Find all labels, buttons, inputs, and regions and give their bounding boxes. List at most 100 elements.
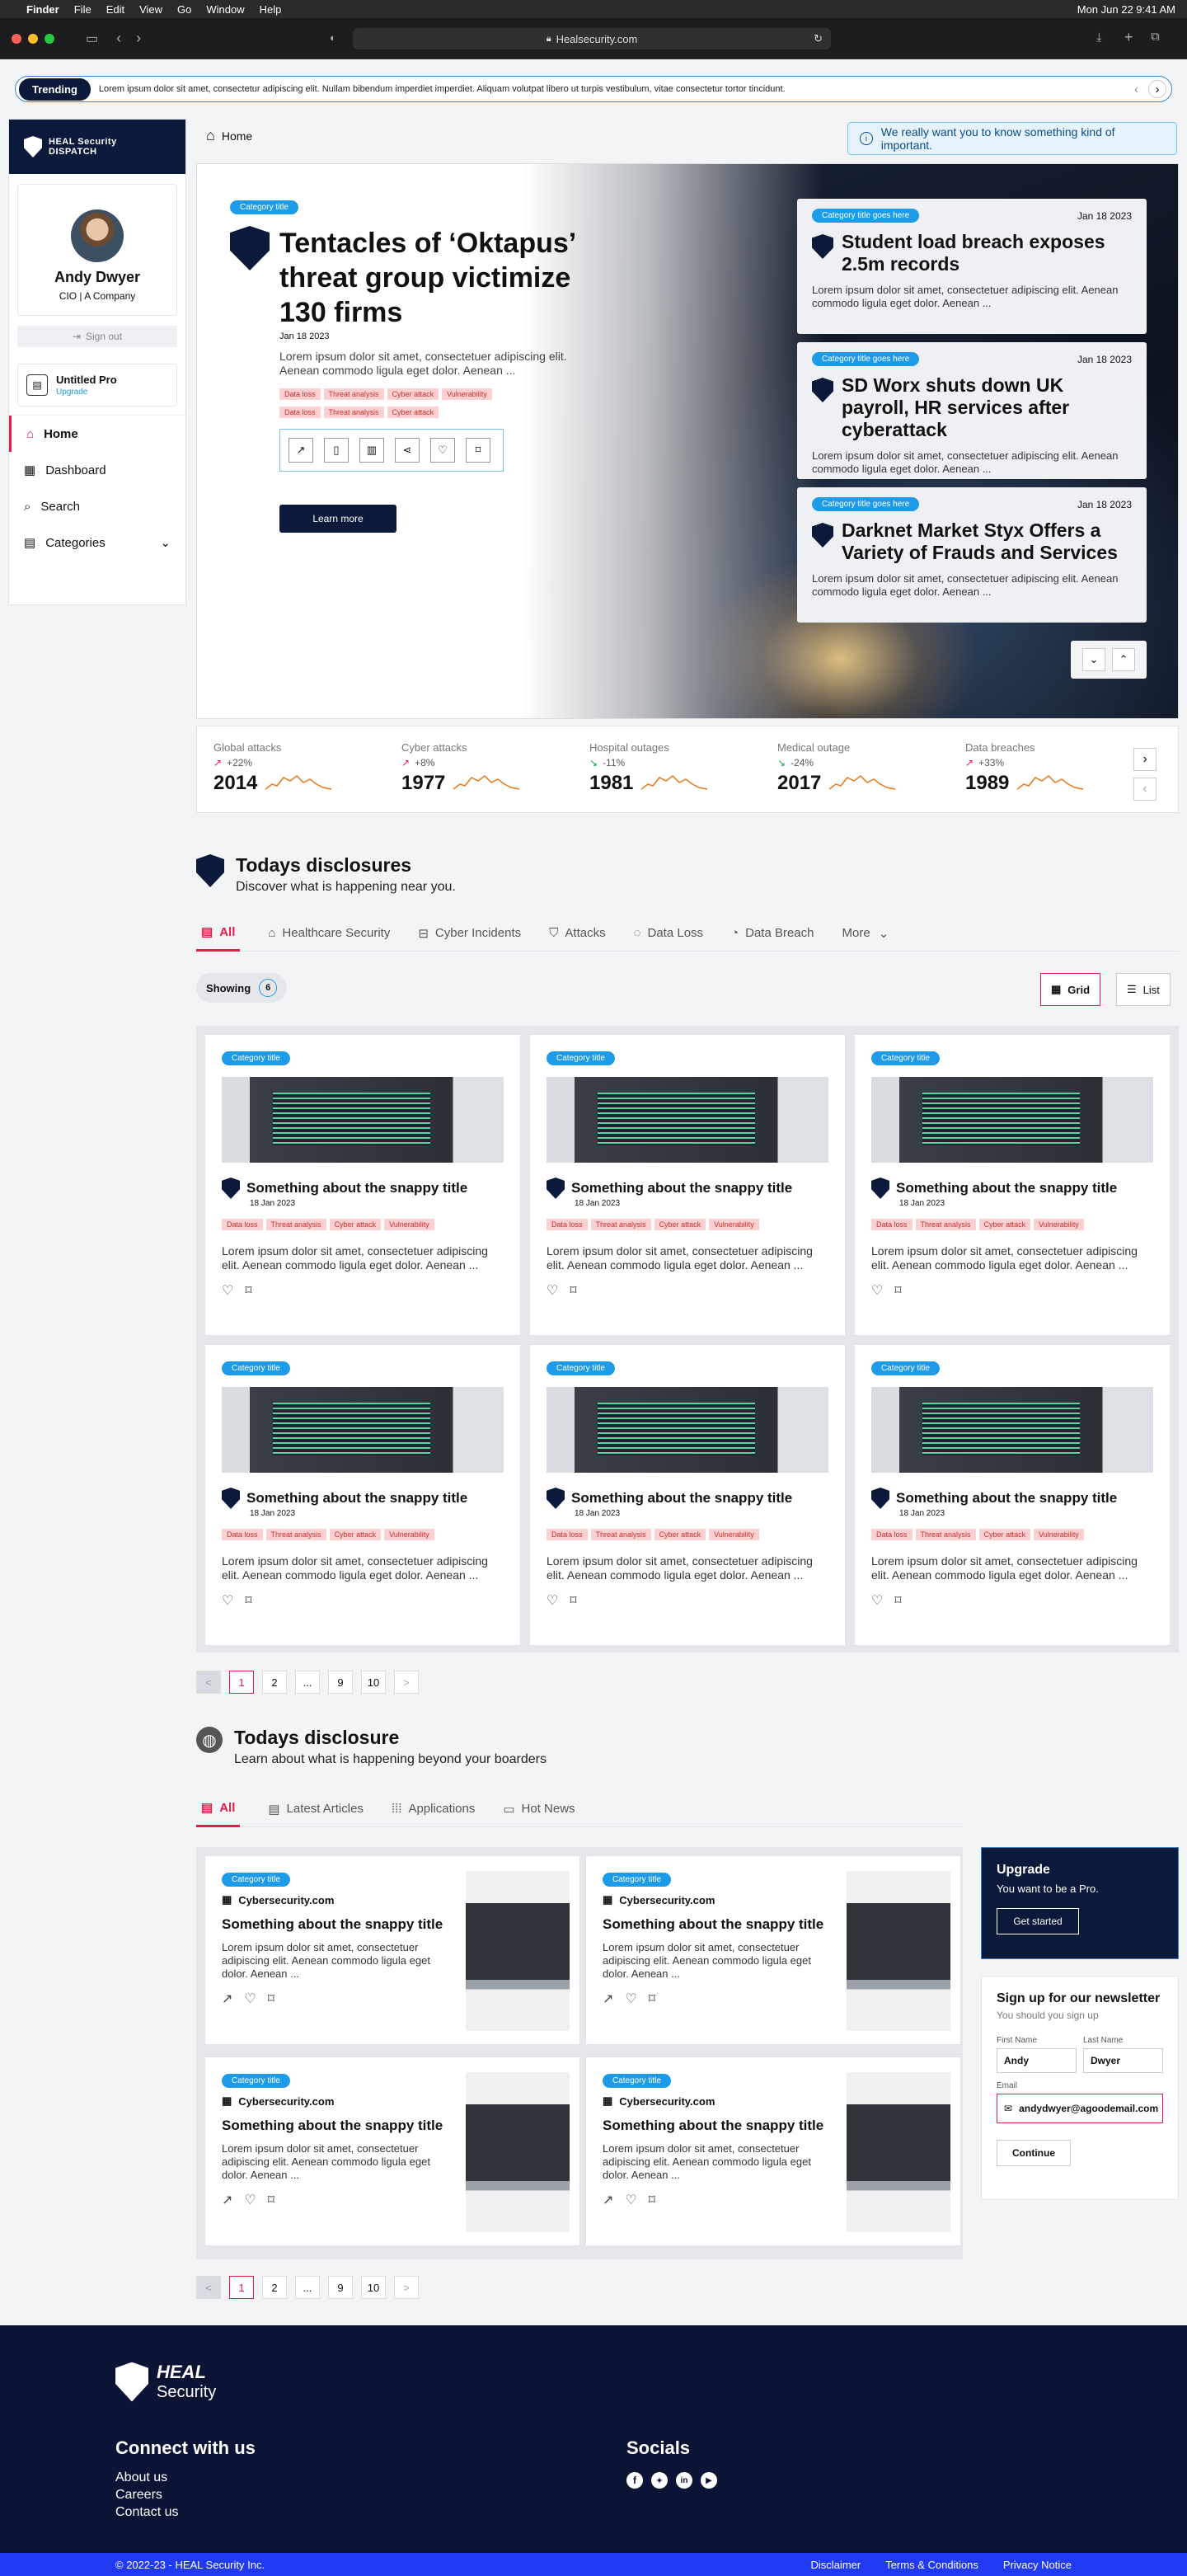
card-category[interactable]: Category title <box>871 1361 940 1375</box>
tab-latest-articles[interactable]: ▤ Latest Articles <box>268 1791 364 1827</box>
card-title[interactable]: Something about the snappy title <box>571 1180 792 1196</box>
page-10[interactable]: 10 <box>361 2276 386 2299</box>
download-icon[interactable]: ⤓ <box>1096 31 1102 45</box>
menu-file[interactable]: File <box>74 3 91 16</box>
tag[interactable]: Threat analysis <box>265 1529 326 1540</box>
side-story-category[interactable]: Category title goes here <box>812 209 920 223</box>
menu-edit[interactable]: Edit <box>106 3 124 16</box>
article-card[interactable]: Category title ▦ Cybersecurity.com Someth… <box>585 2057 961 2246</box>
tag[interactable]: Threat analysis <box>590 1529 651 1540</box>
document-icon[interactable]: ▯ <box>324 438 349 463</box>
menu-help[interactable]: Help <box>260 3 282 16</box>
page-10[interactable]: 10 <box>361 1671 386 1694</box>
footer-link-about[interactable]: About us <box>115 2469 178 2486</box>
card-source[interactable]: Cybersecurity.com <box>238 1894 334 1906</box>
tag[interactable]: Vulnerability <box>442 388 492 400</box>
tab-hot-news[interactable]: ▭ Hot News <box>503 1791 575 1827</box>
page-2[interactable]: 2 <box>262 1671 287 1694</box>
heart-icon[interactable]: ♡ <box>547 1284 558 1298</box>
heart-icon[interactable]: ♡ <box>222 1284 233 1298</box>
external-link-icon[interactable]: ↗ <box>222 1992 232 2006</box>
stat-item[interactable]: Global attacks ↗ +22% 2014 <box>213 741 387 795</box>
card-source[interactable]: Cybersecurity.com <box>619 2095 715 2108</box>
tag[interactable]: Vulnerability <box>1034 1529 1084 1540</box>
tag[interactable]: Data loss <box>222 1219 263 1230</box>
tag[interactable]: Threat analysis <box>915 1219 976 1230</box>
card-title[interactable]: Something about the snappy title <box>896 1490 1117 1507</box>
heart-icon[interactable]: ♡ <box>244 1992 256 2006</box>
bookmark-icon[interactable]: ⌑ <box>245 1284 251 1298</box>
tab-cyber-incidents[interactable]: ⊟ Cyber Incidents <box>418 915 521 952</box>
tag[interactable]: Threat analysis <box>915 1529 976 1540</box>
minimize-window-button[interactable] <box>28 33 38 44</box>
side-story-title[interactable]: SD Worx shuts down UK payroll, HR servic… <box>842 374 1132 441</box>
bookmark-icon[interactable]: ⌑ <box>649 2193 655 2207</box>
hero-title[interactable]: Tentacles of ‘Oktapus’ threat group vict… <box>279 226 601 330</box>
privacy-link[interactable]: Privacy Notice <box>1003 2559 1072 2571</box>
page-next[interactable]: > <box>394 1671 419 1694</box>
news-card[interactable]: Category title Something about the snapp… <box>204 1344 521 1646</box>
tag[interactable]: Data loss <box>279 388 321 400</box>
get-started-button[interactable]: Get started <box>997 1908 1079 1934</box>
external-link-icon[interactable]: ↗ <box>603 2193 613 2207</box>
continue-button[interactable]: Continue <box>997 2140 1071 2166</box>
plan-upgrade-link[interactable]: Upgrade <box>56 388 117 397</box>
card-category[interactable]: Category title <box>547 1361 615 1375</box>
tab-all[interactable]: ▤ All <box>196 1791 241 1827</box>
avatar[interactable] <box>71 209 124 262</box>
side-story-title[interactable]: Student load breach exposes 2.5m records <box>842 231 1132 275</box>
bookmark-icon[interactable]: ⌑ <box>649 1992 655 2006</box>
stat-item[interactable]: Hospital outages ↘ -11% 1981 <box>589 741 762 795</box>
tag[interactable]: Data loss <box>871 1219 913 1230</box>
first-name-input[interactable]: Andy <box>997 2048 1077 2073</box>
card-title[interactable]: Something about the snappy title <box>246 1490 467 1507</box>
nav-search[interactable]: ⌕ Search <box>9 488 185 524</box>
tag[interactable]: Data loss <box>547 1219 588 1230</box>
nav-home[interactable]: ⌂ Home <box>9 416 185 452</box>
trending-prev-icon[interactable]: ‹ <box>1134 82 1138 96</box>
menu-finder[interactable]: Finder <box>26 3 59 16</box>
stats-next-icon[interactable]: › <box>1133 748 1157 771</box>
linkedin-icon[interactable]: in <box>676 2472 692 2489</box>
heart-icon[interactable]: ♡ <box>871 1594 883 1608</box>
terms-link[interactable]: Terms & Conditions <box>885 2559 978 2571</box>
carousel-down-icon[interactable]: ⌄ <box>1082 648 1105 671</box>
tag[interactable]: Data loss <box>279 407 321 418</box>
sidebar-toggle-icon[interactable]: ▭ <box>86 31 98 47</box>
heart-icon[interactable]: ♡ <box>244 2193 256 2207</box>
page-9[interactable]: 9 <box>328 2276 353 2299</box>
tag[interactable]: Threat analysis <box>590 1219 651 1230</box>
heart-icon[interactable]: ♡ <box>625 2193 636 2207</box>
close-window-button[interactable] <box>12 33 21 44</box>
trending-text[interactable]: Lorem ipsum dolor sit amet, consectetur … <box>99 84 1134 94</box>
tag[interactable]: Vulnerability <box>384 1219 434 1230</box>
last-name-input[interactable]: Dwyer <box>1083 2048 1163 2073</box>
tag[interactable]: Cyber attack <box>654 1219 706 1230</box>
side-story[interactable]: Category title goes here Jan 18 2023 Dark… <box>797 487 1147 623</box>
breadcrumb-home[interactable]: Home <box>222 129 252 143</box>
stat-item[interactable]: Cyber attacks ↗ +8% 1977 <box>401 741 575 795</box>
side-story-category[interactable]: Category title goes here <box>812 497 920 511</box>
card-source[interactable]: Cybersecurity.com <box>238 2095 334 2108</box>
tag[interactable]: Vulnerability <box>1034 1219 1084 1230</box>
tag[interactable]: Threat analysis <box>323 388 384 400</box>
card-title[interactable]: Something about the snappy title <box>571 1490 792 1507</box>
side-story[interactable]: Category title goes here Jan 18 2023 Stud… <box>797 199 1147 334</box>
tag[interactable]: Cyber attack <box>387 388 439 400</box>
page-prev[interactable]: < <box>196 1671 221 1694</box>
email-field[interactable]: ✉ andydwyer@agoodemail.com <box>997 2094 1163 2123</box>
card-category[interactable]: Category title <box>603 2074 671 2088</box>
news-card[interactable]: Category title Something about the snapp… <box>529 1344 846 1646</box>
card-category[interactable]: Category title <box>222 1873 290 1887</box>
menu-view[interactable]: View <box>139 3 162 16</box>
page-next[interactable]: > <box>394 2276 419 2299</box>
tag[interactable]: Data loss <box>222 1529 263 1540</box>
heart-icon[interactable]: ♡ <box>547 1594 558 1608</box>
brand-logo[interactable]: HEAL Security DISPATCH <box>9 120 185 174</box>
tab-data-breach[interactable]: ◔ Data Breach <box>731 915 814 952</box>
card-category[interactable]: Category title <box>222 1051 290 1065</box>
news-card[interactable]: Category title Something about the snapp… <box>854 1034 1171 1336</box>
carousel-up-icon[interactable]: ⌃ <box>1112 648 1135 671</box>
reload-icon[interactable]: ↻ <box>814 32 823 45</box>
heart-icon[interactable]: ♡ <box>430 438 455 463</box>
